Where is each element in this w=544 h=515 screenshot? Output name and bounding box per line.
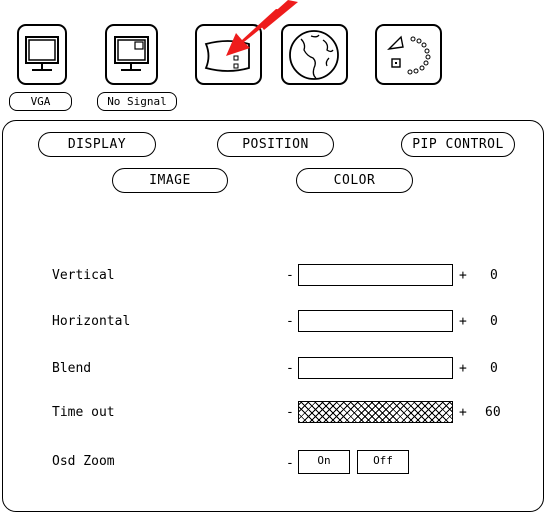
tab-position[interactable]: POSITION (217, 132, 334, 157)
vga-source-label: VGA (9, 92, 72, 111)
timeout-decrease[interactable]: - (286, 405, 294, 421)
vertical-label: Vertical (52, 268, 115, 283)
osd-zoom-decrease[interactable]: - (286, 456, 294, 472)
blend-decrease[interactable]: - (286, 361, 294, 377)
tab-pip-control[interactable]: PIP CONTROL (401, 132, 515, 157)
vga-monitor-button[interactable] (17, 24, 67, 85)
horizontal-slider[interactable] (298, 310, 453, 332)
blend-value: 0 (490, 361, 498, 376)
osd-zoom-on-button[interactable]: On (298, 450, 350, 474)
blend-increase[interactable]: + (459, 361, 467, 377)
tab-image[interactable]: IMAGE (112, 168, 228, 193)
pointer-arrow-icon (226, 0, 298, 56)
blend-slider[interactable] (298, 357, 453, 379)
horizontal-label: Horizontal (52, 314, 131, 329)
timeout-increase[interactable]: + (459, 405, 467, 421)
timeout-slider[interactable] (298, 401, 453, 423)
tab-display[interactable]: DISPLAY (38, 132, 156, 157)
pip-settings-button[interactable] (375, 24, 442, 85)
vertical-slider[interactable] (298, 264, 453, 286)
osd-zoom-label: Osd Zoom (52, 454, 115, 469)
dotted-circle-pip-icon (387, 35, 431, 75)
no-signal-status-label: No Signal (97, 92, 177, 111)
timeout-value: 60 (485, 405, 501, 420)
osd-zoom-off-button[interactable]: Off (357, 450, 409, 474)
vertical-increase[interactable]: + (459, 268, 467, 284)
monitor-icon (25, 36, 59, 71)
no-signal-monitor-button[interactable] (105, 24, 158, 85)
monitor-pip-icon (114, 36, 149, 71)
horizontal-value: 0 (490, 314, 498, 329)
vertical-decrease[interactable]: - (286, 268, 294, 284)
horizontal-decrease[interactable]: - (286, 314, 294, 330)
timeout-label: Time out (52, 405, 115, 420)
vertical-value: 0 (490, 268, 498, 283)
horizontal-increase[interactable]: + (459, 314, 467, 330)
tab-color[interactable]: COLOR (296, 168, 413, 193)
blend-label: Blend (52, 361, 92, 376)
